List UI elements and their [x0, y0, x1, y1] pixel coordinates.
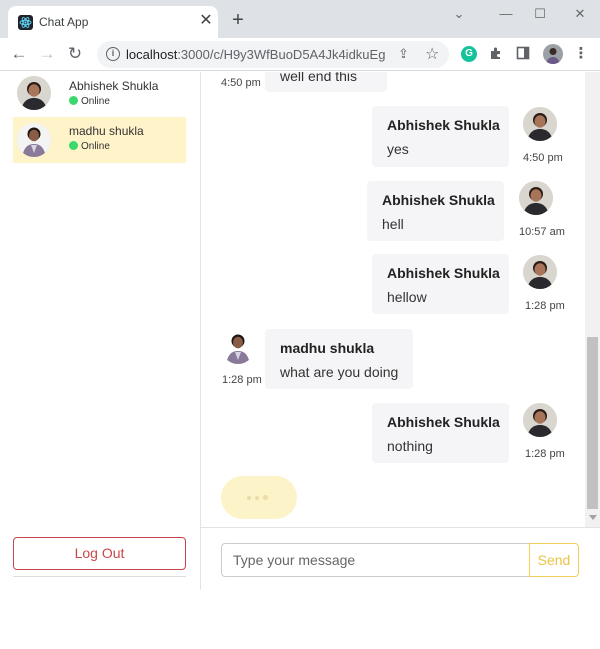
message-sender: Abhishek Shukla: [387, 414, 500, 430]
chat-app: Abhishek Shukla Online madhu shukla Onli…: [0, 72, 600, 649]
avatar: [523, 107, 557, 141]
message-time: 1:28 pm: [525, 300, 565, 312]
message-input[interactable]: [221, 543, 529, 577]
message-time: 1:28 pm: [525, 448, 565, 460]
react-favicon-icon: [18, 15, 33, 30]
message-bubble: Abhishek Shukla nothing: [372, 403, 509, 463]
avatar: [523, 403, 557, 437]
avatar: [17, 76, 51, 110]
message-sender: Abhishek Shukla: [382, 192, 495, 208]
scroll-down-arrow-icon[interactable]: [589, 515, 597, 520]
scrollbar-thumb[interactable]: [587, 337, 598, 509]
address-bar[interactable]: i localhost:3000/c/H9y3WfBuoD5A4Jk4idkuE…: [97, 41, 449, 68]
chevron-down-icon[interactable]: ⌄: [447, 4, 471, 24]
browser-tab[interactable]: Chat App ✕: [8, 6, 218, 38]
message-composer: Send: [201, 527, 600, 590]
status-text: Online: [81, 141, 110, 152]
logout-button[interactable]: Log Out: [13, 537, 186, 570]
message-bubble: Abhishek Shukla hellow: [372, 254, 509, 314]
avatar: [519, 181, 553, 215]
message-time: 4:50 pm: [523, 152, 563, 164]
contact-name: madhu shukla: [69, 124, 144, 138]
tab-title: Chat App: [39, 15, 89, 29]
online-dot-icon: [69, 96, 78, 105]
message-bubble: Abhishek Shukla yes: [372, 106, 509, 167]
message-sender: madhu shukla: [280, 340, 375, 356]
avatar: [221, 330, 255, 364]
side-panel-icon[interactable]: [515, 46, 531, 62]
message-bubble: Abhishek Shukla hell: [367, 181, 504, 241]
sidebar: Abhishek Shukla Online madhu shukla Onli…: [0, 72, 201, 590]
typing-indicator: [221, 476, 297, 519]
star-icon[interactable]: ☆: [425, 44, 439, 64]
reload-button[interactable]: ↻: [64, 43, 86, 65]
message-text: hell: [382, 216, 404, 232]
message-list[interactable]: 4:50 pm well end this Abhishek Shukla ye…: [201, 72, 585, 527]
menu-icon[interactable]: ⋮: [573, 46, 589, 62]
typing-dot: [247, 496, 251, 500]
message-time: 10:57 am: [519, 226, 565, 238]
message-text: yes: [387, 141, 409, 157]
scrollbar[interactable]: [585, 72, 600, 527]
extensions-icon[interactable]: [488, 46, 504, 62]
divider: [13, 576, 186, 577]
message-time: 1:28 pm: [222, 374, 262, 386]
browser-toolbar: ← → ↻ i localhost:3000/c/H9y3WfBuoD5A4Jk…: [0, 38, 600, 71]
url-path: :3000/c/H9y3WfBuoD5A4Jk4idkuEg: [177, 47, 386, 62]
profile-avatar[interactable]: [543, 44, 563, 64]
message-sender: Abhishek Shukla: [387, 117, 500, 133]
forward-button[interactable]: →: [36, 43, 58, 65]
message-time: 4:50 pm: [221, 77, 261, 89]
minimize-button[interactable]: —: [494, 4, 518, 24]
message-bubble: well end this: [265, 72, 387, 92]
back-button[interactable]: ←: [8, 43, 30, 65]
url-text: localhost:3000/c/H9y3WfBuoD5A4Jk4idkuEg: [126, 47, 385, 62]
share-icon[interactable]: ⇪: [398, 46, 409, 62]
contact-status: Online: [69, 141, 110, 152]
message-text: well end this: [280, 72, 358, 84]
typing-dot: [255, 496, 259, 500]
typing-dot: [263, 495, 268, 500]
avatar: [523, 255, 557, 289]
contact-item-abhishek[interactable]: Abhishek Shukla Online: [13, 72, 186, 118]
info-icon[interactable]: i: [106, 47, 120, 61]
browser-tabstrip: Chat App ✕ + ⌄ — ☐ ✕: [0, 0, 600, 38]
close-window-button[interactable]: ✕: [568, 4, 592, 24]
message-text: hellow: [387, 289, 427, 305]
maximize-button[interactable]: ☐: [528, 4, 552, 24]
status-text: Online: [81, 96, 110, 107]
contact-name: Abhishek Shukla: [69, 79, 159, 93]
message-text: nothing: [387, 438, 433, 454]
online-dot-icon: [69, 141, 78, 150]
message-sender: Abhishek Shukla: [387, 265, 500, 281]
message-bubble: madhu shukla what are you doing: [265, 329, 413, 389]
contact-item-madhu[interactable]: madhu shukla Online: [13, 117, 186, 163]
grammarly-icon[interactable]: G: [461, 46, 477, 62]
send-button[interactable]: Send: [529, 543, 579, 577]
url-host: localhost: [126, 47, 178, 62]
avatar: [17, 123, 51, 157]
contact-status: Online: [69, 96, 110, 107]
close-tab-icon[interactable]: ✕: [198, 13, 214, 29]
new-tab-button[interactable]: +: [228, 10, 248, 30]
message-text: what are you doing: [280, 364, 399, 380]
